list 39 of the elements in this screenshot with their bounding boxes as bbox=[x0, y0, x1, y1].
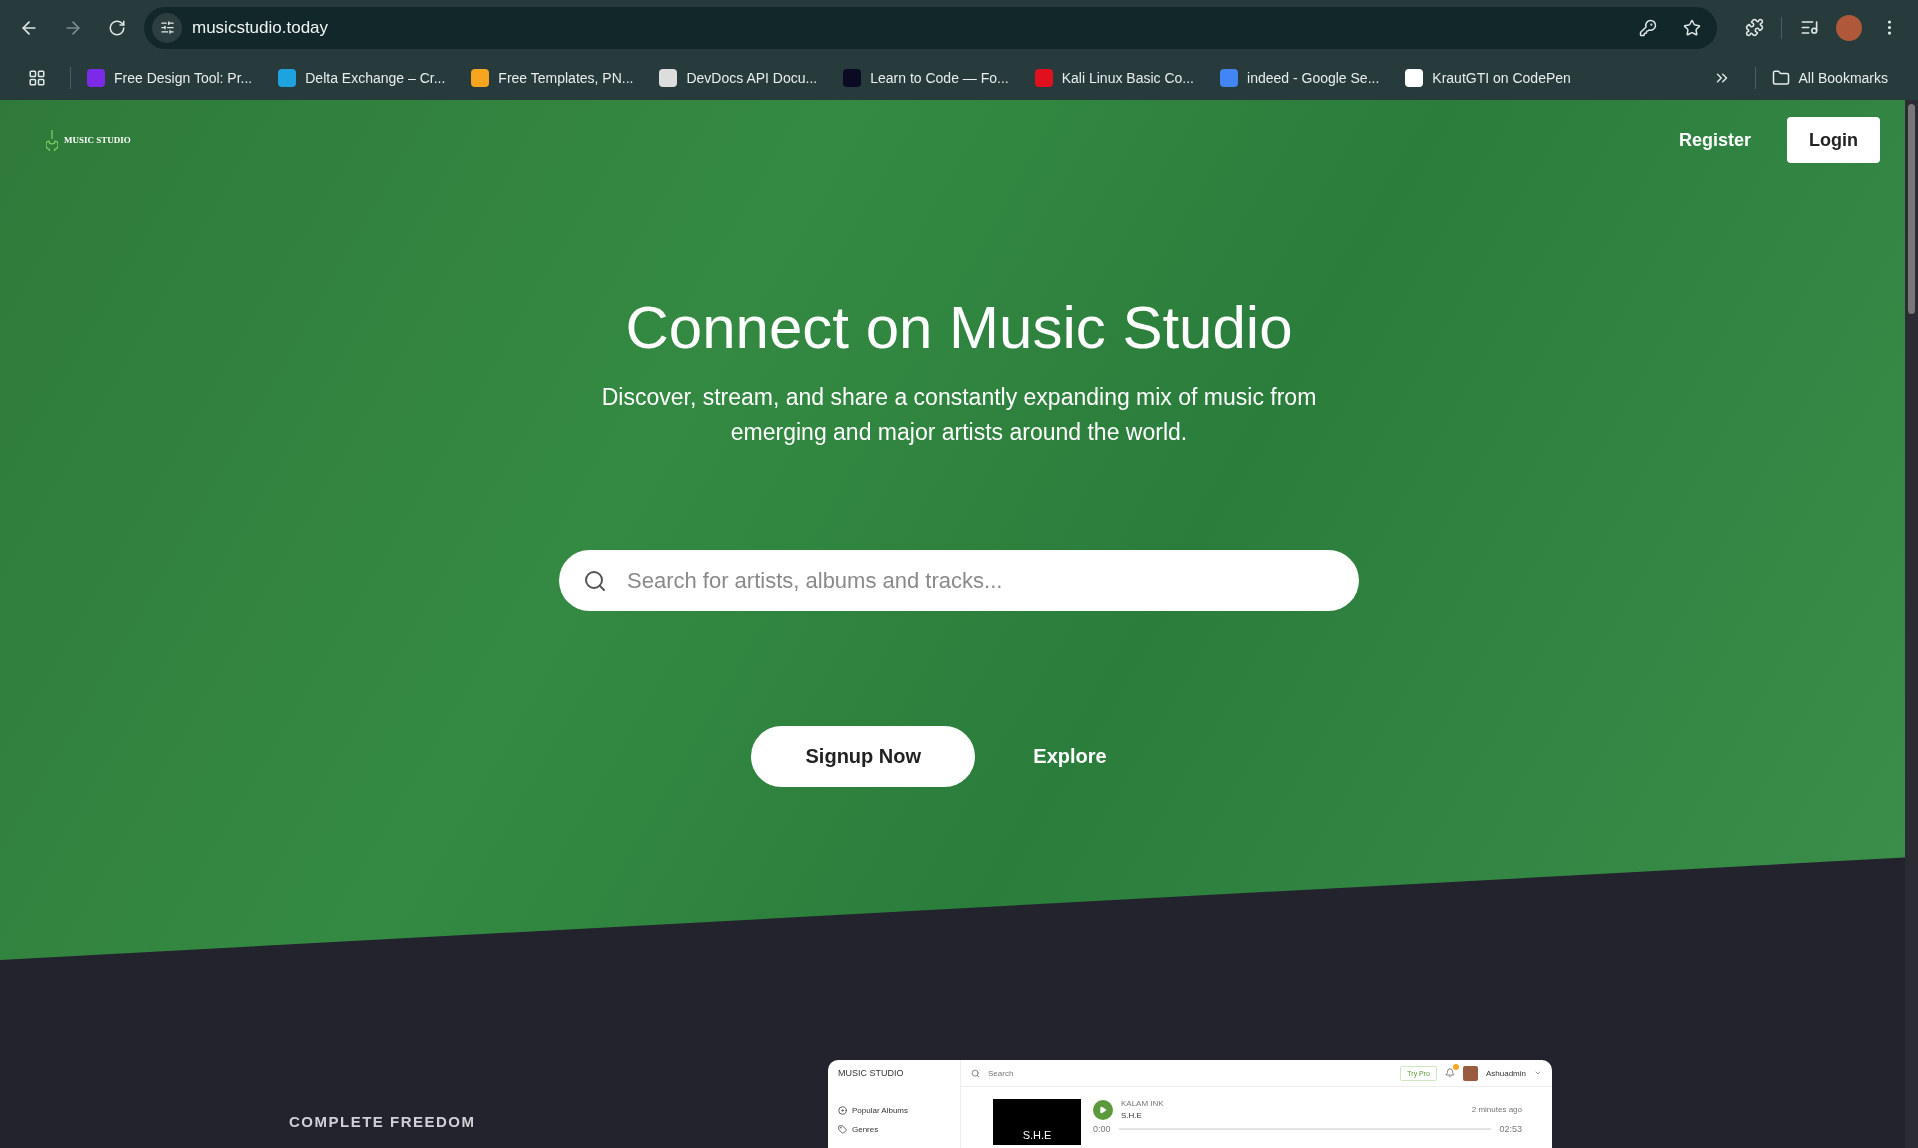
preview-sidebar-item: Genres bbox=[838, 1125, 950, 1134]
preview-avatar bbox=[1462, 1065, 1478, 1081]
preview-sidebar-item: Popular Albums bbox=[838, 1106, 950, 1115]
preview-username: Ashuadmin bbox=[1485, 1068, 1526, 1078]
login-button[interactable]: Login bbox=[1787, 117, 1880, 163]
bookmark[interactable]: DevDocs API Docu... bbox=[659, 68, 818, 87]
play-icon bbox=[1099, 1105, 1107, 1114]
preview-end-time: 02:53 bbox=[1499, 1124, 1522, 1134]
album-cover: S.H.E bbox=[993, 1099, 1081, 1145]
folder-icon bbox=[1771, 68, 1790, 87]
preview-search-icon bbox=[971, 1068, 980, 1078]
bookmark[interactable]: Kali Linux Basic Co... bbox=[1034, 68, 1194, 87]
profile-avatar[interactable] bbox=[1836, 14, 1862, 41]
preview-start-time: 0:00 bbox=[1093, 1124, 1111, 1134]
register-link[interactable]: Register bbox=[1679, 129, 1751, 151]
bookmark[interactable]: Learn to Code — Fo... bbox=[843, 68, 1009, 87]
hero-title: Connect on Music Studio bbox=[625, 293, 1293, 362]
site-logo[interactable]: MUSIC STUDIO bbox=[46, 129, 131, 151]
all-bookmarks[interactable]: All Bookmarks bbox=[1771, 68, 1888, 87]
signup-button[interactable]: Signup Now bbox=[751, 726, 976, 787]
bookmark[interactable]: indeed - Google Se... bbox=[1220, 68, 1380, 87]
preview-logo: MUSIC STUDIO bbox=[838, 1068, 905, 1078]
tag-icon bbox=[838, 1125, 847, 1134]
scrollbar[interactable] bbox=[1905, 100, 1918, 1148]
bookmark[interactable]: Delta Exchange – Cr... bbox=[278, 68, 446, 87]
preview-track-title: S.H.E bbox=[1121, 1111, 1143, 1120]
bookmark[interactable]: KrautGTI on CodePen bbox=[1405, 68, 1571, 87]
section-eyebrow: COMPLETE FREEDOM bbox=[289, 1113, 477, 1132]
bookmark[interactable]: Free Templates, PN... bbox=[471, 68, 634, 87]
search-bar[interactable]: Search for artists, albums and tracks... bbox=[559, 550, 1359, 611]
site-settings-icon[interactable] bbox=[152, 12, 182, 43]
hero-subtitle: Discover, stream, and share a constantly expanding mix of music from emerging and major artists around the world. bbox=[600, 383, 1318, 447]
caret-icon bbox=[1534, 1069, 1542, 1077]
preview-time-ago: 2 minutes ago bbox=[1471, 1105, 1522, 1114]
explore-link[interactable]: Explore bbox=[1033, 745, 1107, 768]
disc-icon bbox=[838, 1106, 847, 1115]
bookmark[interactable]: Free Design Tool: Pr... bbox=[87, 68, 253, 87]
search-icon bbox=[583, 568, 607, 593]
preview-artist: KALAM INK bbox=[1121, 1099, 1164, 1108]
